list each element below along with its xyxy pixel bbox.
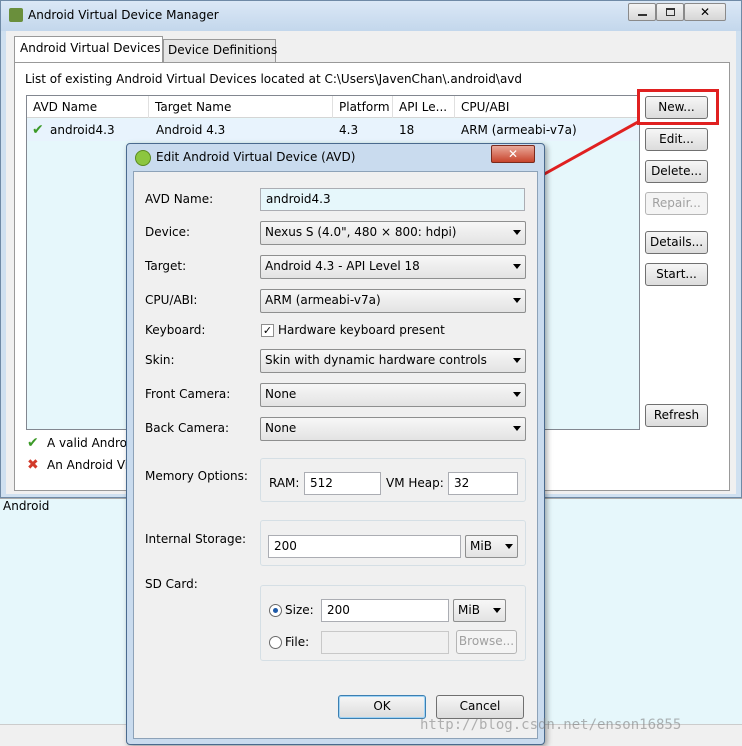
sd-file-radio[interactable]	[269, 636, 282, 649]
browse-button[interactable]: Browse...	[456, 630, 517, 654]
vm-heap-label: VM Heap:	[386, 476, 444, 490]
memory-options-label: Memory Options:	[145, 469, 248, 483]
refresh-button[interactable]: Refresh	[645, 404, 708, 427]
cpu-abi-value: ARM (armeabi-v7a)	[265, 293, 381, 307]
skin-label: Skin:	[145, 353, 175, 367]
skin-value: Skin with dynamic hardware controls	[265, 353, 487, 367]
new-button[interactable]: New...	[645, 96, 708, 119]
front-camera-select[interactable]: None	[260, 383, 526, 407]
sd-size-unit-select[interactable]: MiB	[453, 599, 506, 622]
internal-storage-unit-select[interactable]: MiB	[465, 535, 518, 558]
chevron-down-icon	[493, 608, 501, 613]
valid-legend-text: A valid Andro	[47, 436, 128, 450]
keyboard-checkbox[interactable]: ✓	[261, 324, 274, 337]
app-icon	[9, 8, 23, 22]
chevron-down-icon	[513, 358, 521, 363]
tab-device-definitions[interactable]: Device Definitions	[163, 39, 278, 62]
column-avd-name[interactable]: AVD Name	[27, 96, 149, 118]
front-camera-value: None	[265, 387, 297, 401]
list-caption: List of existing Android Virtual Devices…	[25, 72, 523, 86]
close-icon: ✕	[699, 5, 711, 19]
chevron-down-icon	[513, 426, 521, 431]
vm-heap-input[interactable]: 32	[448, 472, 518, 495]
target-label: Target:	[145, 259, 187, 273]
column-target-name[interactable]: Target Name	[149, 96, 333, 118]
ram-label: RAM:	[269, 476, 300, 490]
manager-title: Android Virtual Device Manager	[28, 8, 219, 22]
keyboard-label: Keyboard:	[145, 323, 206, 337]
back-camera-label: Back Camera:	[145, 421, 230, 435]
device-value: Nexus S (4.0", 480 × 800: hdpi)	[265, 225, 457, 239]
chevron-down-icon	[505, 544, 513, 549]
tab-label: Device Definitions	[168, 43, 278, 57]
close-button[interactable]: ✕	[684, 3, 726, 21]
internal-storage-label: Internal Storage:	[145, 532, 247, 546]
edit-button[interactable]: Edit...	[645, 128, 708, 151]
column-cpu-abi[interactable]: CPU/ABI	[455, 96, 639, 118]
maximize-button[interactable]	[656, 3, 684, 21]
background-panel-label: Android	[3, 499, 50, 513]
internal-storage-unit: MiB	[470, 539, 492, 553]
sd-size-input[interactable]: 200	[321, 599, 449, 622]
start-button[interactable]: Start...	[645, 263, 708, 286]
back-camera-value: None	[265, 421, 297, 435]
back-camera-select[interactable]: None	[260, 417, 526, 441]
ram-input[interactable]: 512	[304, 472, 381, 495]
minimize-button[interactable]	[628, 3, 656, 21]
avd-name-input[interactable]: android4.3	[260, 188, 525, 211]
tab-android-virtual-devices[interactable]: Android Virtual Devices	[14, 36, 163, 63]
chevron-down-icon	[513, 298, 521, 303]
cpu-abi-select[interactable]: ARM (armeabi-v7a)	[260, 289, 526, 313]
chevron-down-icon	[513, 264, 521, 269]
sd-size-radio[interactable]	[269, 604, 282, 617]
row-platform: 4.3	[339, 123, 359, 137]
skin-select[interactable]: Skin with dynamic hardware controls	[260, 349, 526, 373]
valid-check-icon: ✔	[32, 122, 44, 138]
cpu-abi-label: CPU/ABI:	[145, 293, 198, 307]
sd-card-label: SD Card:	[145, 577, 198, 591]
watermark: http://blog.csdn.net/enson16855	[420, 717, 682, 733]
sd-file-input[interactable]	[321, 631, 449, 654]
row-api-level: 18	[399, 123, 415, 137]
dialog-icon	[135, 150, 151, 166]
internal-storage-input[interactable]: 200	[268, 535, 461, 558]
chevron-down-icon	[513, 230, 521, 235]
dialog-title: Edit Android Virtual Device (AVD)	[156, 150, 356, 164]
chevron-down-icon	[513, 392, 521, 397]
maximize-icon	[666, 8, 675, 16]
target-value: Android 4.3 - API Level 18	[265, 259, 420, 273]
device-label: Device:	[145, 225, 191, 239]
column-api-level[interactable]: API Le...	[393, 96, 455, 118]
valid-legend-icon: ✔	[27, 435, 39, 451]
invalid-legend-icon: ✖	[27, 457, 39, 473]
keyboard-checkbox-label: Hardware keyboard present	[278, 323, 445, 337]
row-avd-name: android4.3	[50, 123, 115, 137]
avd-name-label: AVD Name:	[145, 192, 214, 206]
front-camera-label: Front Camera:	[145, 387, 231, 401]
cancel-button[interactable]: Cancel	[436, 695, 524, 719]
column-platform[interactable]: Platform	[333, 96, 393, 118]
sd-file-label: File:	[285, 635, 310, 649]
minimize-icon	[638, 14, 647, 16]
close-icon: ✕	[507, 147, 519, 161]
row-target-name: Android 4.3	[156, 123, 226, 137]
sd-size-unit: MiB	[458, 603, 480, 617]
tab-label: Android Virtual Devices	[20, 41, 161, 55]
dialog-close-button[interactable]: ✕	[491, 145, 535, 163]
delete-button[interactable]: Delete...	[645, 160, 708, 183]
target-select[interactable]: Android 4.3 - API Level 18	[260, 255, 526, 279]
device-select[interactable]: Nexus S (4.0", 480 × 800: hdpi)	[260, 221, 526, 245]
table-header: AVD Name Target Name Platform API Le... …	[27, 96, 639, 118]
details-button[interactable]: Details...	[645, 231, 708, 254]
ok-button[interactable]: OK	[338, 695, 426, 719]
repair-button[interactable]: Repair...	[645, 192, 708, 215]
sd-size-label: Size:	[285, 603, 314, 617]
invalid-legend-text: An Android Vi	[47, 458, 129, 472]
radio-dot	[273, 608, 278, 613]
